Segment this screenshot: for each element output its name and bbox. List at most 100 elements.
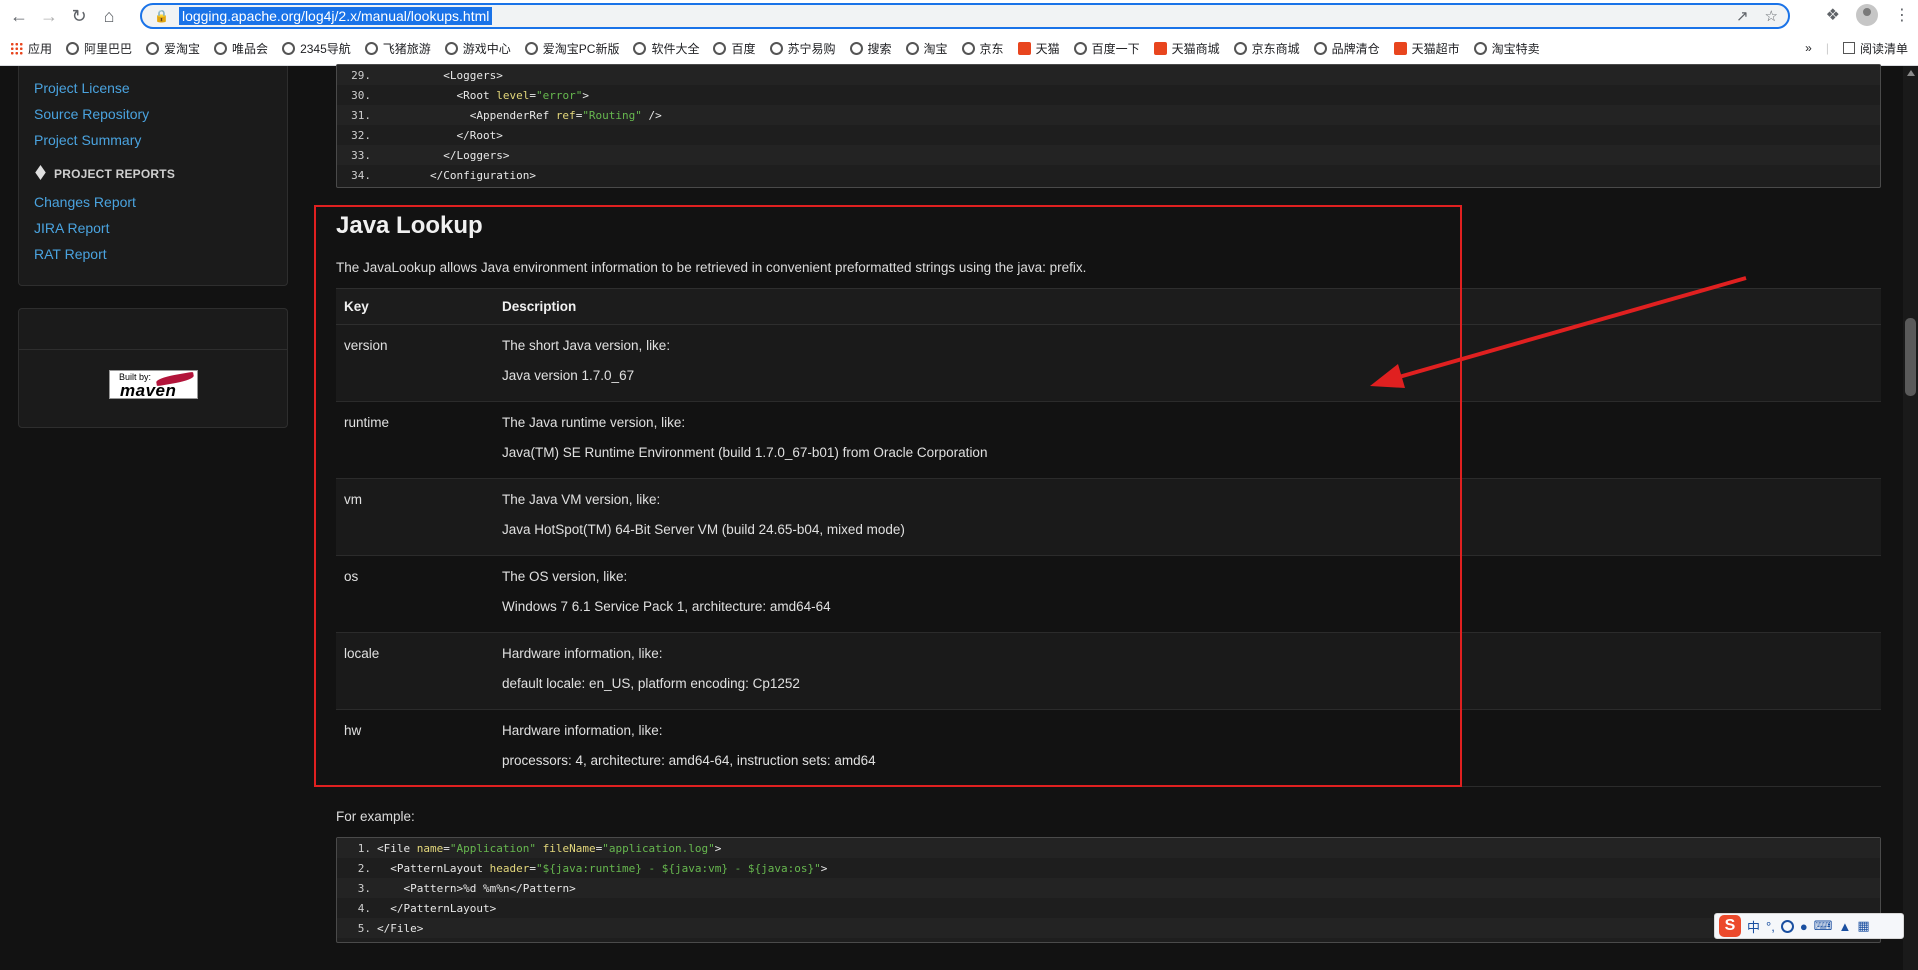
row-key: locale <box>344 646 380 661</box>
sidebar-link-rat-report[interactable]: RAT Report <box>34 246 107 262</box>
globe-icon <box>633 41 647 55</box>
tmall-icon <box>1153 41 1167 55</box>
globe-icon <box>282 41 296 55</box>
apps-grid-icon <box>10 41 23 55</box>
bookmark-item[interactable]: 游戏中心 <box>444 40 511 57</box>
bookmark-item[interactable]: 爱淘宝PC新版 <box>524 40 619 57</box>
config-code-line: 32. </Root> <box>337 125 1880 145</box>
code-block-example: 1. <File name="Application" fileName="app… <box>336 837 1881 943</box>
bookmark-item[interactable]: 爱淘宝 <box>146 40 200 57</box>
bookmark-item[interactable]: 飞猪旅游 <box>364 40 431 57</box>
line-number: 29. <box>351 68 371 82</box>
skin-icon[interactable]: ▲ <box>1838 919 1851 934</box>
globe-icon <box>1473 41 1487 55</box>
reading-list-icon <box>1842 42 1855 54</box>
table-row: vm The Java VM version, like: Java HotSpot… <box>336 479 1881 556</box>
code-text: <PatternLayout header="${java:runtime} -… <box>390 861 828 875</box>
tmall-icon <box>1393 41 1407 55</box>
microphone-icon[interactable]: ● <box>1800 919 1808 934</box>
built-by-box: Built by: maven <box>18 308 288 428</box>
example-code-line: 2. <PatternLayout header="${java:runtime… <box>337 858 1880 878</box>
line-number: 30. <box>351 88 371 102</box>
bookmark-item[interactable]: 百度一下 <box>1073 40 1140 57</box>
code-text: <AppenderRef ref="Routing" /> <box>469 108 662 122</box>
home-icon[interactable]: ⌂ <box>94 2 124 30</box>
grid-icon[interactable]: ▦ <box>1857 918 1869 934</box>
line-number: 31. <box>351 108 371 122</box>
bookmark-item[interactable]: 淘宝特卖 <box>1473 40 1540 57</box>
bookmark-item[interactable]: 苏宁易购 <box>769 40 836 57</box>
bookmark-item[interactable]: 天猫超市 <box>1393 40 1460 57</box>
row-description-example: Java HotSpot(TM) 64-Bit Server VM (build… <box>502 522 905 537</box>
sidebar-link-project-summary[interactable]: Project Summary <box>34 132 141 148</box>
sidebar-heading-project-reports: PROJECT REPORTS <box>34 167 175 181</box>
reading-list-button[interactable]: 阅读清单 <box>1842 40 1908 57</box>
keyboard-icon[interactable]: ⌨ <box>1814 918 1833 934</box>
sidebar-link-project-license[interactable]: Project License <box>34 80 130 96</box>
line-number: 32. <box>351 128 371 142</box>
table-row: hw Hardware information, like: processors:… <box>336 710 1881 787</box>
scrollbar[interactable] <box>1903 66 1918 970</box>
header-key: Key <box>344 299 369 314</box>
forward-icon[interactable]: → <box>34 2 64 30</box>
ime-language-toggle[interactable]: 中 <box>1747 917 1760 936</box>
ime-punctuation-toggle[interactable]: °, <box>1766 919 1775 934</box>
row-description: The Java VM version, like: Java HotSpot(T… <box>502 479 905 555</box>
bookmark-item[interactable]: 京东 <box>961 40 1004 57</box>
code-text: <Root level="error"> <box>456 88 589 102</box>
bookmark-item[interactable]: 品牌清仓 <box>1313 40 1380 57</box>
row-key: vm <box>344 492 362 507</box>
maven-logo[interactable]: Built by: maven <box>109 370 198 400</box>
row-key: os <box>344 569 359 584</box>
bookmark-item[interactable]: 搜索 <box>849 40 892 57</box>
scrollbar-thumb[interactable] <box>1905 318 1916 396</box>
bookmark-item[interactable]: 唯品会 <box>214 40 268 57</box>
row-description: Hardware information, like: processors: 4… <box>502 710 876 786</box>
layers-icon <box>34 168 48 180</box>
example-code-line: 4. </PatternLayout> <box>337 898 1880 918</box>
row-key: hw <box>344 723 362 738</box>
url-text[interactable]: logging.apache.org/log4j/2.x/manual/look… <box>178 7 493 25</box>
bookmark-item[interactable]: 淘宝 <box>905 40 948 57</box>
emoji-icon[interactable] <box>1780 919 1794 933</box>
bookmark-item[interactable]: 天猫 <box>1017 40 1060 57</box>
tmall-icon <box>1017 41 1031 55</box>
bookmark-item[interactable]: 2345导航 <box>282 40 351 57</box>
bookmark-item[interactable]: 京东商城 <box>1233 40 1300 57</box>
address-bar[interactable]: 🔒 logging.apache.org/log4j/2.x/manual/lo… <box>140 3 1790 29</box>
row-description: The Java runtime version, like: Java(TM) … <box>502 402 987 478</box>
sogou-logo-icon[interactable]: S <box>1719 915 1741 937</box>
globe-icon <box>849 41 863 55</box>
scroll-up-icon[interactable] <box>1907 70 1915 76</box>
bookmark-item[interactable]: 软件大全 <box>633 40 699 57</box>
row-description-line1: The Java runtime version, like: <box>502 415 686 430</box>
back-icon[interactable]: ← <box>4 2 34 30</box>
menu-icon[interactable]: ⋮ <box>1894 5 1910 25</box>
globe-icon <box>1233 41 1247 55</box>
sidebar-link-source-repository[interactable]: Source Repository <box>34 106 149 122</box>
config-code-line: 34. </Configuration> <box>337 165 1880 185</box>
example-code-line: 1. <File name="Application" fileName="app… <box>337 838 1880 858</box>
sidebar-link-changes-report[interactable]: Changes Report <box>34 194 136 210</box>
code-block-config: 29. <Loggers> 30. <Root level="error"> 31.… <box>336 64 1881 188</box>
code-text: </Configuration> <box>429 168 536 182</box>
sidebar-menu: Project License Source Repository Projec… <box>18 66 288 286</box>
profile-avatar[interactable] <box>1856 4 1878 26</box>
bookmark-item[interactable]: 阿里巴巴 <box>66 40 132 57</box>
globe-icon <box>713 41 727 55</box>
bookmarks-more-icon[interactable]: » <box>1805 41 1812 55</box>
extensions-icon[interactable]: ❖ <box>1826 5 1840 25</box>
bookmark-item[interactable]: 天猫商城 <box>1153 40 1220 57</box>
table-header: Key Description <box>336 288 1881 325</box>
bookmark-star-icon[interactable]: ☆ <box>1765 7 1778 25</box>
bookmark-item[interactable]: 应用 <box>10 40 52 57</box>
share-icon[interactable]: ↗ <box>1736 7 1749 25</box>
bookmark-item[interactable]: 百度 <box>713 40 756 57</box>
code-text: </PatternLayout> <box>390 901 497 915</box>
globe-icon <box>524 41 538 55</box>
reload-icon[interactable]: ↻ <box>64 2 94 30</box>
row-description: Hardware information, like: default local… <box>502 633 800 709</box>
sidebar-link-jira-report[interactable]: JIRA Report <box>34 220 109 236</box>
line-number: 5. <box>357 921 371 935</box>
code-text: </Loggers> <box>443 148 510 162</box>
